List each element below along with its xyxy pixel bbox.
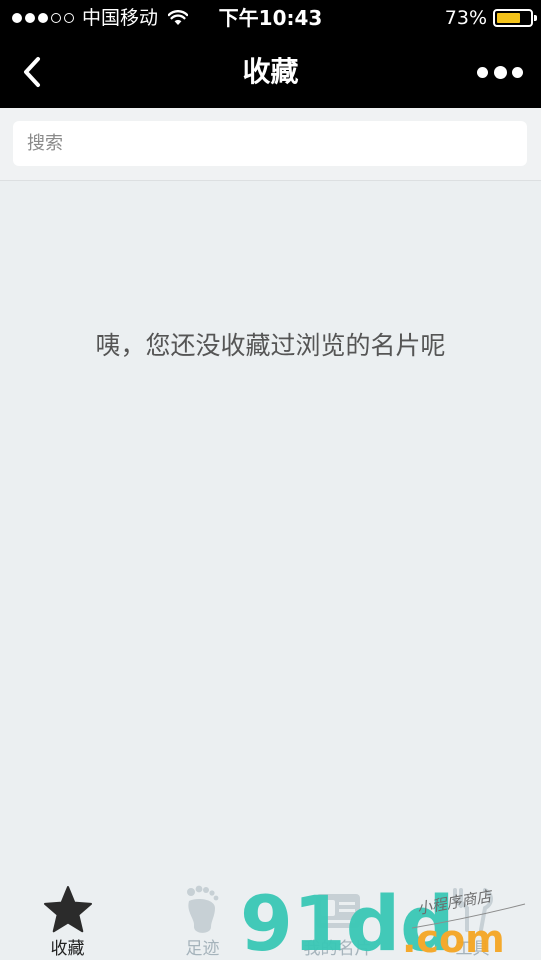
watermark-suffix: .com	[402, 917, 505, 958]
battery-percent: 73%	[444, 7, 487, 29]
more-button[interactable]	[477, 60, 523, 84]
status-bar: 中国移动 下午10:43 73%	[0, 0, 541, 36]
star-icon	[44, 886, 92, 933]
empty-state-message: 咦，您还没收藏过浏览的名片呢	[95, 331, 446, 360]
footprint-icon	[187, 885, 219, 933]
more-dot	[477, 66, 488, 78]
nav-bar: 收藏	[0, 36, 541, 108]
search-input[interactable]	[13, 121, 527, 166]
status-right: 73%	[444, 6, 537, 30]
battery-icon	[493, 9, 537, 27]
page-title: 收藏	[242, 55, 299, 88]
more-dot	[493, 65, 507, 79]
watermark-logo: 91dd .com 小程序商店	[240, 884, 526, 958]
search-area	[0, 108, 541, 181]
battery-tip	[534, 15, 537, 21]
tab-label: 收藏	[50, 939, 85, 959]
tab-favorites[interactable]: 收藏	[0, 876, 135, 960]
more-dot	[512, 66, 523, 78]
battery-fill	[497, 13, 521, 23]
